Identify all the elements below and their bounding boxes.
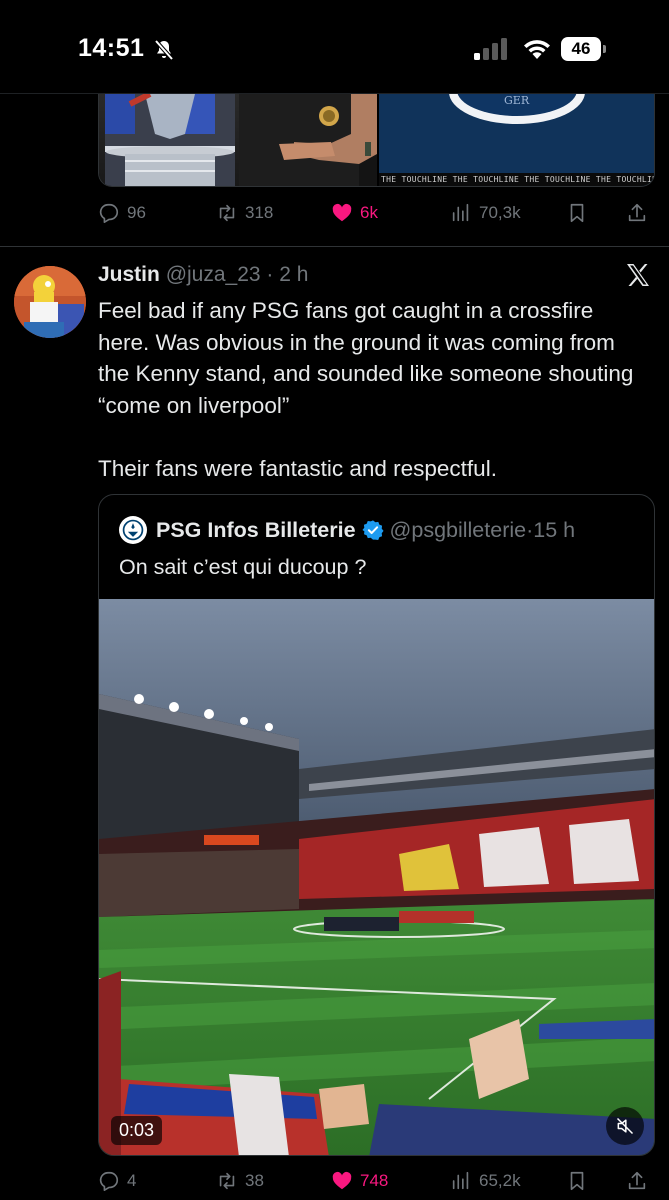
status-bar: 14:51 46 xyxy=(0,0,669,94)
meta-separator: · xyxy=(260,263,280,286)
share-icon[interactable] xyxy=(626,1170,648,1192)
like-button[interactable]: 6k xyxy=(331,198,378,228)
author-handle[interactable]: @juza_23 xyxy=(166,263,261,286)
avatar[interactable] xyxy=(14,266,86,338)
reply-icon xyxy=(99,1171,119,1191)
video-duration: 0:03 xyxy=(111,1116,163,1145)
tweet-header: Justin @juza_23 · 2 h xyxy=(98,263,308,287)
heart-filled-icon xyxy=(332,203,352,222)
quoted-tweet-header: PSG Infos Billeterie @psgbilleterie · 15… xyxy=(119,515,575,545)
views-icon xyxy=(452,203,469,222)
quoted-tweet-text: On sait c’est qui ducoup ? xyxy=(119,555,367,579)
tweet-actions: 4 38 748 65,2k xyxy=(98,1166,655,1196)
previous-tweet-media[interactable]: GER THE TOUCHLINE THE TOUCHLINE THE TOUC… xyxy=(98,94,655,187)
media-image-left[interactable] xyxy=(99,94,377,186)
badge-text: GER xyxy=(504,94,530,107)
tweet-divider xyxy=(0,246,669,247)
repost-icon xyxy=(219,1172,235,1190)
repost-button[interactable]: 38 xyxy=(216,1166,264,1196)
avatar-image xyxy=(14,266,86,338)
previous-tweet-actions: 96 318 6k 70,3k xyxy=(98,198,655,228)
battery-level: 46 xyxy=(561,37,601,61)
video-player[interactable]: 0:03 xyxy=(99,599,654,1155)
media-image-right[interactable]: GER THE TOUCHLINE THE TOUCHLINE THE TOUC… xyxy=(379,94,654,186)
repost-count: 38 xyxy=(245,1171,264,1190)
reply-icon xyxy=(99,203,119,223)
mute-button[interactable] xyxy=(606,1107,644,1145)
views-button[interactable]: 70,3k xyxy=(450,198,521,228)
heart-filled-icon xyxy=(332,1171,352,1190)
repost-count: 318 xyxy=(245,203,274,222)
person-image xyxy=(239,94,377,186)
x-logo-icon xyxy=(627,264,649,286)
quoted-avatar xyxy=(119,516,147,544)
speaker-muted-icon xyxy=(616,1117,634,1135)
battery-nub xyxy=(603,45,606,53)
repost-button[interactable]: 318 xyxy=(216,198,273,228)
like-count: 748 xyxy=(360,1171,389,1190)
reply-button[interactable]: 4 xyxy=(98,1166,136,1196)
media-watermark: THE TOUCHLINE THE TOUCHLINE THE TOUCHLIN… xyxy=(379,173,654,186)
status-time: 14:51 xyxy=(78,34,145,62)
quoted-tweet-time: 15 h xyxy=(533,517,576,542)
views-button[interactable]: 65,2k xyxy=(450,1166,521,1196)
share-icon[interactable] xyxy=(626,202,648,224)
quoted-tweet[interactable]: PSG Infos Billeterie @psgbilleterie · 15… xyxy=(98,494,655,1156)
reply-count: 96 xyxy=(127,203,146,222)
reply-count: 4 xyxy=(127,1171,137,1190)
like-button[interactable]: 748 xyxy=(331,1166,388,1196)
bell-off-icon xyxy=(154,39,174,61)
author-name[interactable]: Justin xyxy=(98,263,160,286)
views-count: 70,3k xyxy=(479,203,521,222)
bookmark-icon[interactable] xyxy=(566,1170,588,1192)
signal-icon xyxy=(474,38,507,60)
quoted-meta-separator: · xyxy=(526,517,534,542)
reply-button[interactable]: 96 xyxy=(98,198,146,228)
verified-badge-icon xyxy=(361,520,384,540)
wifi-icon xyxy=(524,40,550,59)
battery-icon: 46 xyxy=(561,37,607,61)
views-icon xyxy=(452,1171,469,1190)
psg-logo-icon xyxy=(121,518,145,542)
tweet-text: Feel bad if any PSG fans got caught in a… xyxy=(98,295,648,484)
trophy-image xyxy=(105,94,235,186)
tweet-paragraph: Their fans were fantastic and respectful… xyxy=(98,455,497,481)
tweet-paragraph: Feel bad if any PSG fans got caught in a… xyxy=(98,298,634,418)
stadium-video-frame xyxy=(99,599,654,1155)
bookmark-icon[interactable] xyxy=(566,202,588,224)
like-count: 6k xyxy=(360,203,378,222)
tweet-time[interactable]: 2 h xyxy=(279,263,308,286)
quoted-author-handle: @psgbilleterie xyxy=(389,517,527,542)
quoted-author-name: PSG Infos Billeterie xyxy=(156,517,356,542)
repost-icon xyxy=(219,204,235,222)
views-count: 65,2k xyxy=(479,1171,521,1190)
